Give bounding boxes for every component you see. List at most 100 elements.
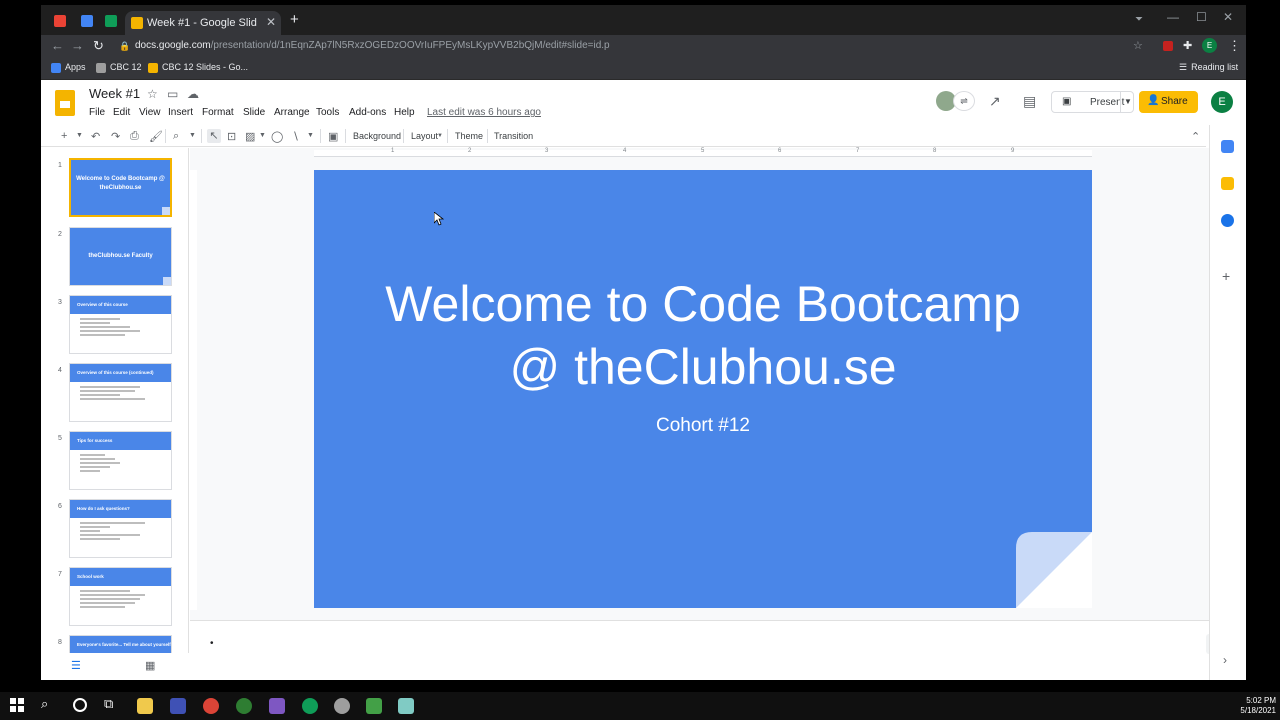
profile-avatar[interactable]: E (1202, 38, 1217, 53)
collapse-toolbar-icon[interactable]: ⌃ (1191, 130, 1200, 143)
slides-logo-icon[interactable] (55, 90, 75, 116)
app-icon[interactable] (269, 698, 285, 714)
share-button[interactable]: 👤 Share (1139, 91, 1198, 113)
app-icon[interactable] (398, 698, 414, 714)
slide-subtitle[interactable]: Cohort #12 (314, 415, 1092, 437)
thumbnail-slide-7[interactable]: 7 School work (41, 567, 181, 633)
cortana-icon[interactable] (73, 698, 87, 712)
calendar-icon[interactable] (1221, 140, 1234, 153)
last-edit-link[interactable]: Last edit was 6 hours ago (427, 107, 541, 118)
menu-slide[interactable]: Slide (243, 107, 265, 118)
speaker-notes[interactable]: • ✦ (190, 620, 1228, 680)
undo-icon[interactable]: ↶ (91, 130, 100, 143)
present-button[interactable]: ▣ Present ▼ (1051, 91, 1134, 113)
move-folder-icon[interactable]: ▭ (167, 87, 178, 101)
thumbnail-slide-6[interactable]: 6 How do I ask questions? (41, 499, 181, 565)
app-icon[interactable] (170, 698, 186, 714)
search-icon[interactable]: ⌕ (41, 696, 48, 712)
menu-file[interactable]: File (89, 107, 105, 118)
image-icon[interactable]: ▨ (245, 130, 255, 143)
menu-format[interactable]: Format (202, 107, 234, 118)
menu-tools[interactable]: Tools (316, 107, 339, 118)
tab-search-icon[interactable]: ⏷ (1135, 14, 1143, 25)
calendar-tab-icon[interactable] (81, 15, 93, 27)
thumbnail-slide-8[interactable]: 8 Everyone's favorite... Tell me about y… (41, 635, 181, 653)
paint-format-icon[interactable]: 🖌 (149, 130, 163, 143)
thumbnail-slide-4[interactable]: 4 Overview of this course (continued) (41, 363, 181, 429)
extensions-puzzle-icon[interactable]: ✚ (1183, 39, 1192, 52)
line-icon[interactable]: ∖ (292, 130, 299, 143)
reload-icon[interactable]: ↻ (93, 38, 104, 54)
close-tab-icon[interactable]: ✕ (266, 15, 276, 29)
expand-panel-icon[interactable]: › (1223, 653, 1227, 667)
add-comment-icon[interactable]: ▣ (328, 130, 338, 143)
tasks-icon[interactable] (1221, 214, 1234, 227)
comments-icon[interactable]: ▤ (1023, 93, 1036, 110)
back-icon[interactable]: ← (51, 38, 64, 53)
sheets-tab-icon[interactable] (105, 15, 117, 27)
system-clock[interactable]: 5:02 PM 5/18/2021 (1228, 696, 1276, 716)
line-dropdown-icon[interactable]: ▼ (307, 132, 314, 139)
tab-google-slides[interactable]: Week #1 - Google Slides ✕ (125, 11, 281, 35)
bookmark-star-icon[interactable]: ☆ (1133, 37, 1143, 55)
comment-history-icon[interactable]: ⇌ (953, 91, 975, 111)
slide-title[interactable]: Welcome to Code Bootcamp @ theClubhou.se (314, 273, 1092, 399)
file-explorer-icon[interactable] (137, 698, 153, 714)
maximize-icon[interactable]: ☐ (1196, 10, 1207, 24)
layout-button[interactable]: Layout (411, 131, 438, 141)
keep-icon[interactable] (1221, 177, 1234, 190)
chrome-profile-icon[interactable] (302, 698, 318, 714)
zoom-icon[interactable]: ⌕ (173, 130, 179, 143)
bookmark-cbc12-slides[interactable]: CBC 12 Slides - Go... (148, 62, 248, 73)
windows-start-icon[interactable] (10, 698, 24, 712)
background-button[interactable]: Background (353, 131, 401, 141)
menu-addons[interactable]: Add-ons (349, 107, 386, 118)
filmstrip-view-icon[interactable]: ☰ (71, 659, 81, 672)
layout-dropdown-icon[interactable]: ▼ (437, 133, 443, 139)
app-icon[interactable] (334, 698, 350, 714)
minimize-icon[interactable]: — (1167, 10, 1179, 24)
grid-view-icon[interactable]: ▦ (145, 659, 155, 672)
task-view-icon[interactable]: ⧉ (104, 696, 113, 712)
image-dropdown-icon[interactable]: ▼ (259, 132, 266, 139)
address-bar[interactable]: 🔒 docs.google.com/presentation/d/1nEqnZA… (113, 37, 1173, 55)
app-icon[interactable] (236, 698, 252, 714)
menu-insert[interactable]: Insert (168, 107, 193, 118)
present-dropdown-icon[interactable]: ▼ (1124, 97, 1132, 106)
activity-trend-icon[interactable]: ↗ (989, 93, 1001, 110)
new-slide-icon[interactable]: + (61, 130, 67, 142)
account-avatar[interactable]: E (1211, 91, 1233, 113)
shape-icon[interactable]: ◯ (271, 130, 283, 143)
window-close-icon[interactable]: ✕ (1223, 10, 1233, 24)
menu-view[interactable]: View (139, 107, 161, 118)
forward-icon[interactable]: → (71, 38, 84, 53)
document-title[interactable]: Week #1 (89, 86, 140, 101)
theme-button[interactable]: Theme (455, 131, 483, 141)
chrome-menu-icon[interactable]: ⋮ (1228, 38, 1241, 54)
zoom-dropdown-icon[interactable]: ▼ (189, 132, 196, 139)
add-addon-icon[interactable]: + (1222, 268, 1230, 284)
thumbnail-slide-3[interactable]: 3 Overview of this course (41, 295, 181, 361)
current-slide[interactable]: Welcome to Code Bootcamp @ theClubhou.se… (314, 170, 1092, 608)
menu-help[interactable]: Help (394, 107, 415, 118)
app-icon[interactable] (366, 698, 382, 714)
bookmark-apps[interactable]: Apps (51, 62, 86, 73)
thumbnail-slide-5[interactable]: 5 Tips for success (41, 431, 181, 497)
menu-arrange[interactable]: Arrange (274, 107, 310, 118)
select-cursor-icon[interactable]: ↖ (207, 129, 221, 143)
print-icon[interactable]: ⎙ (130, 130, 139, 143)
cloud-status-icon[interactable]: ☁ (187, 87, 199, 101)
chrome-icon[interactable] (203, 698, 219, 714)
reading-list-button[interactable]: ☰ Reading list (1179, 62, 1238, 73)
menu-edit[interactable]: Edit (113, 107, 130, 118)
new-slide-dropdown-icon[interactable]: ▼ (76, 132, 83, 139)
thumbnail-slide-1[interactable]: 1 Welcome to Code Bootcamp @ theClubhou.… (41, 158, 181, 224)
transition-button[interactable]: Transition (494, 131, 533, 141)
star-icon[interactable]: ☆ (147, 87, 158, 101)
bookmark-cbc12[interactable]: CBC 12 (96, 62, 142, 73)
gmail-tab-icon[interactable] (54, 15, 66, 27)
thumbnail-slide-2[interactable]: 2 theClubhou.se Faculty (41, 227, 181, 293)
new-tab-button[interactable]: + (290, 11, 299, 28)
text-box-icon[interactable]: ⊡ (227, 130, 236, 143)
redo-icon[interactable]: ↷ (111, 130, 120, 143)
